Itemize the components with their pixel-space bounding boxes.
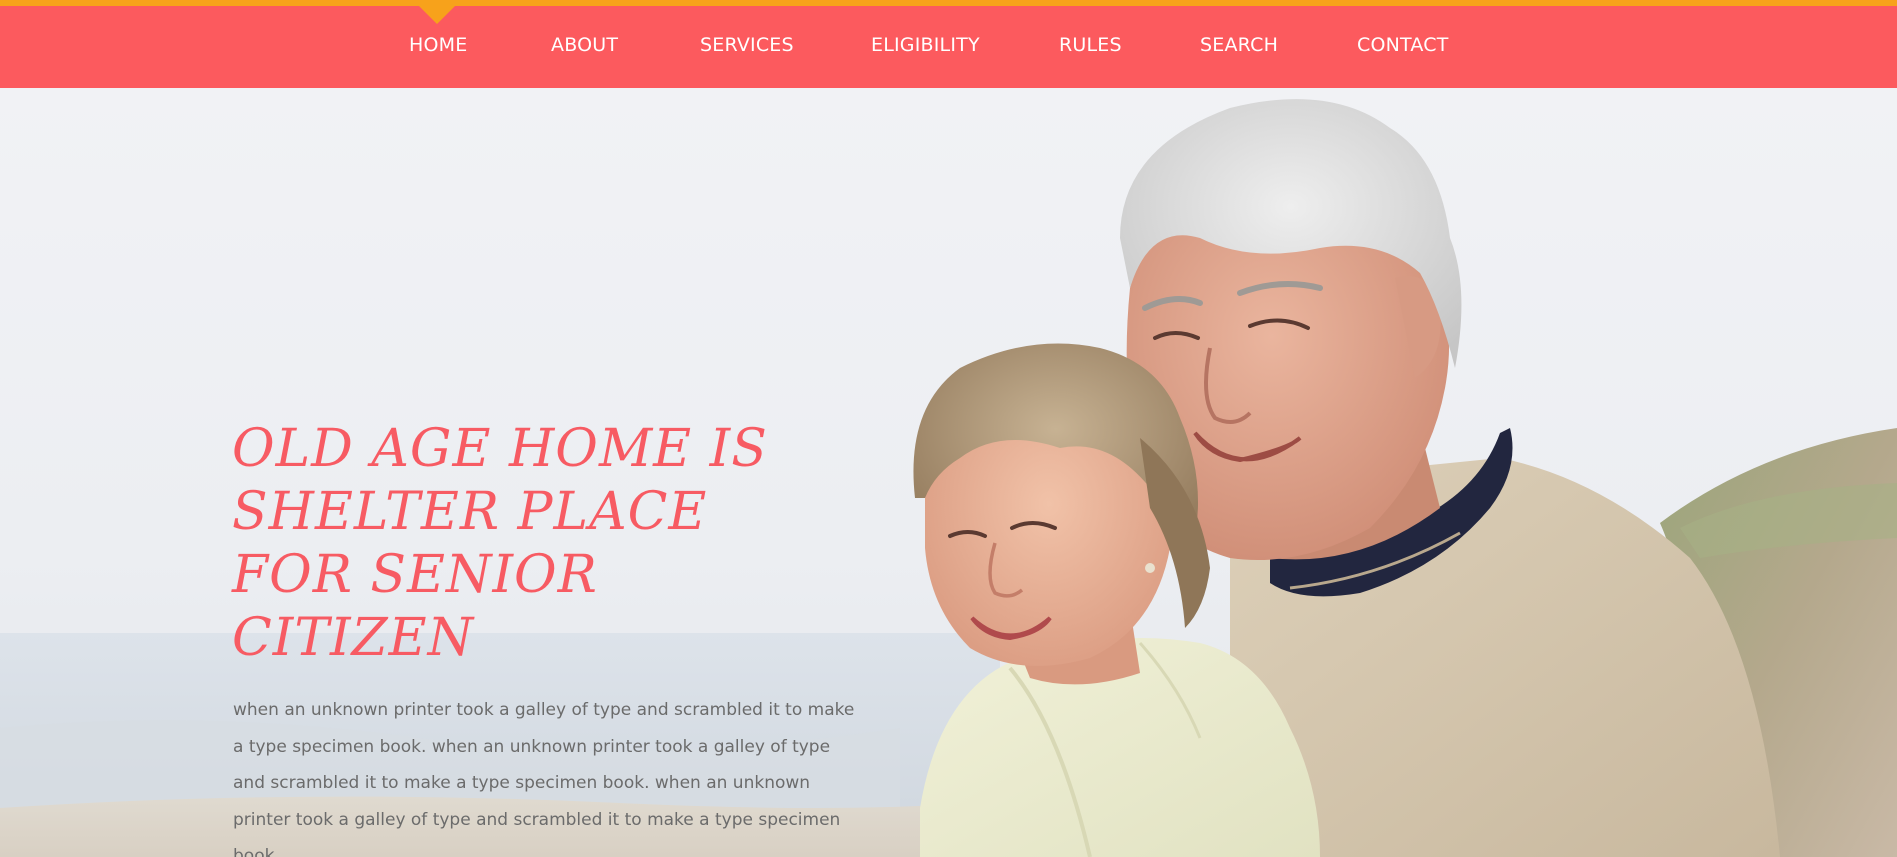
page: HOME ABOUT SERVICES ELIGIBILITY RULES SE… [0,0,1897,857]
hero-section: OLD AGE HOME IS SHELTER PLACE FOR SENIOR… [0,88,1897,857]
nav-item-services[interactable]: SERVICES [700,34,794,56]
nav-item-search[interactable]: SEARCH [1200,34,1278,56]
nav-item-rules[interactable]: RULES [1059,34,1122,56]
main-navbar: HOME ABOUT SERVICES ELIGIBILITY RULES SE… [0,6,1897,88]
hero-title: OLD AGE HOME IS SHELTER PLACE FOR SENIOR… [232,419,768,668]
nav-item-contact[interactable]: CONTACT [1357,34,1449,56]
nav-item-about[interactable]: ABOUT [551,34,618,56]
nav-item-home[interactable]: HOME [409,34,467,56]
nav-item-eligibility[interactable]: ELIGIBILITY [871,34,980,56]
nav-menu: HOME ABOUT SERVICES ELIGIBILITY RULES SE… [0,6,1897,88]
top-accent-strip [0,0,1897,6]
hero-description: when an unknown printer took a galley of… [233,700,855,857]
